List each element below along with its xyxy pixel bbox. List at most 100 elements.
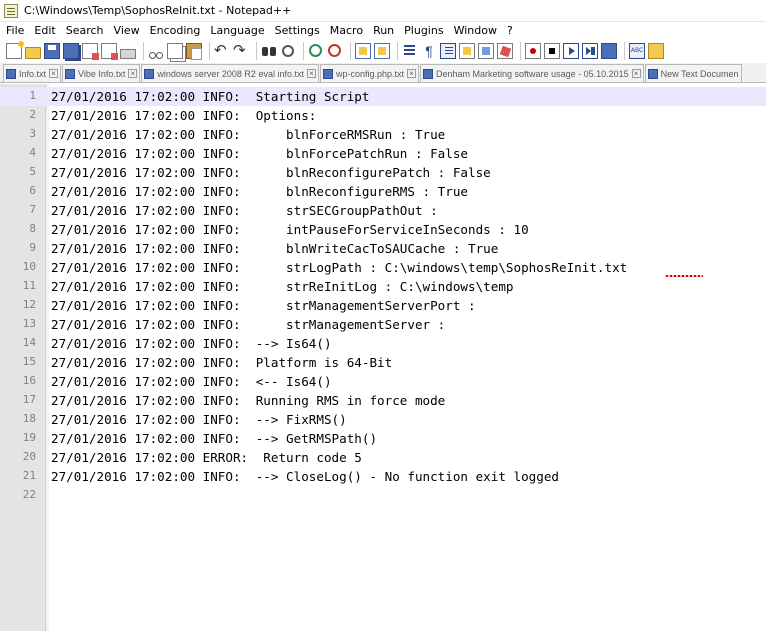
line-text[interactable]: 27/01/2016 17:02:00 INFO: blnForceRMSRun… bbox=[51, 127, 445, 142]
save-icon[interactable] bbox=[44, 43, 60, 59]
tab-windows-server-info[interactable]: windows server 2008 R2 eval info.txt × bbox=[141, 64, 319, 82]
zoom-in-icon[interactable] bbox=[308, 43, 324, 59]
editor-line[interactable]: 13 27/01/2016 17:02:00 INFO: strManagemen… bbox=[0, 315, 766, 334]
menu-help[interactable]: ? bbox=[503, 24, 519, 37]
menu-macro[interactable]: Macro bbox=[326, 24, 369, 37]
editor-line[interactable]: 10 27/01/2016 17:02:00 INFO: strLogPath :… bbox=[0, 258, 766, 277]
show-all-characters-icon[interactable]: ¶ bbox=[421, 43, 437, 59]
tab-denham-marketing[interactable]: Denham Marketing software usage - 05.10.… bbox=[420, 64, 644, 82]
editor-line[interactable]: 20 27/01/2016 17:02:00 ERROR: Return code… bbox=[0, 448, 766, 467]
line-text[interactable]: 27/01/2016 17:02:00 INFO: <-- Is64() bbox=[51, 374, 332, 389]
playback-macro-icon[interactable] bbox=[563, 43, 579, 59]
tab-close-icon[interactable]: × bbox=[128, 69, 138, 78]
line-text[interactable]: 27/01/2016 17:02:00 INFO: Options: bbox=[51, 108, 316, 123]
find-icon[interactable] bbox=[261, 43, 277, 59]
run-macro-multiple-icon[interactable] bbox=[582, 43, 598, 59]
tab-close-icon[interactable]: × bbox=[407, 69, 417, 78]
line-text[interactable]: 27/01/2016 17:02:00 INFO: --> GetRMSPath… bbox=[51, 431, 377, 446]
menu-settings[interactable]: Settings bbox=[271, 24, 326, 37]
editor-line[interactable]: 19 27/01/2016 17:02:00 INFO: --> GetRMSPa… bbox=[0, 429, 766, 448]
text-editor[interactable]: 1 27/01/2016 17:02:00 INFO: Starting Scri… bbox=[0, 84, 766, 631]
editor-line[interactable]: 4 27/01/2016 17:02:00 INFO: blnForcePatch… bbox=[0, 144, 766, 163]
editor-line[interactable]: 22 bbox=[0, 486, 766, 505]
editor-line[interactable]: 11 27/01/2016 17:02:00 INFO: strReInitLog… bbox=[0, 277, 766, 296]
editor-line[interactable]: 17 27/01/2016 17:02:00 INFO: Running RMS … bbox=[0, 391, 766, 410]
tab-info-txt[interactable]: Info.txt × bbox=[3, 64, 62, 82]
zoom-out-icon[interactable] bbox=[327, 43, 343, 59]
function-list-icon[interactable] bbox=[478, 43, 494, 59]
line-text[interactable]: 27/01/2016 17:02:00 INFO: strSECGroupPat… bbox=[51, 203, 438, 218]
editor-line[interactable]: 6 27/01/2016 17:02:00 INFO: blnReconfigur… bbox=[0, 182, 766, 201]
menu-search[interactable]: Search bbox=[62, 24, 110, 37]
new-file-icon[interactable] bbox=[6, 41, 24, 59]
editor-line[interactable]: 9 27/01/2016 17:02:00 INFO: blnWriteCacTo… bbox=[0, 239, 766, 258]
tab-close-icon[interactable]: × bbox=[306, 69, 316, 78]
editor-line[interactable]: 16 27/01/2016 17:02:00 INFO: <-- Is64() bbox=[0, 372, 766, 391]
close-all-icon[interactable] bbox=[101, 43, 118, 60]
spell-check-options-icon[interactable] bbox=[648, 43, 664, 59]
sync-scroll-vertical-icon[interactable] bbox=[355, 43, 371, 59]
copy-icon[interactable] bbox=[167, 43, 183, 59]
line-text[interactable]: 27/01/2016 17:02:00 INFO: Platform is 64… bbox=[51, 355, 392, 370]
menu-plugins[interactable]: Plugins bbox=[400, 24, 449, 37]
line-text[interactable]: 27/01/2016 17:02:00 INFO: strManagementS… bbox=[51, 298, 476, 313]
editor-line[interactable]: 15 27/01/2016 17:02:00 INFO: Platform is … bbox=[0, 353, 766, 372]
menu-file[interactable]: File bbox=[2, 24, 30, 37]
document-map-icon[interactable] bbox=[459, 43, 475, 59]
editor-line[interactable]: 2 27/01/2016 17:02:00 INFO: Options: bbox=[0, 106, 766, 125]
spell-check-icon[interactable]: ABC bbox=[629, 43, 645, 59]
menu-window[interactable]: Window bbox=[450, 24, 503, 37]
editor-line[interactable]: 3 27/01/2016 17:02:00 INFO: blnForceRMSRu… bbox=[0, 125, 766, 144]
line-text[interactable]: 27/01/2016 17:02:00 INFO: blnReconfigure… bbox=[51, 165, 491, 180]
line-text[interactable]: 27/01/2016 17:02:00 INFO: Running RMS in… bbox=[51, 393, 445, 408]
indent-guide-icon[interactable] bbox=[440, 43, 456, 59]
paste-icon[interactable] bbox=[186, 43, 202, 60]
line-text[interactable]: 27/01/2016 17:02:00 INFO: intPauseForSer… bbox=[51, 222, 529, 237]
tab-new-text-document[interactable]: New Text Documen bbox=[644, 64, 742, 82]
notepad-plus-plus-app-icon[interactable] bbox=[4, 3, 18, 18]
save-macro-icon[interactable] bbox=[601, 43, 617, 59]
line-text[interactable]: 27/01/2016 17:02:00 INFO: blnReconfigure… bbox=[51, 184, 468, 199]
line-text[interactable]: 27/01/2016 17:02:00 INFO: blnForcePatchR… bbox=[51, 146, 468, 161]
editor-line[interactable]: 21 27/01/2016 17:02:00 INFO: --> CloseLog… bbox=[0, 467, 766, 486]
cut-icon[interactable] bbox=[148, 43, 164, 59]
line-text[interactable]: 27/01/2016 17:02:00 INFO: strManagementS… bbox=[51, 317, 445, 332]
open-file-icon[interactable] bbox=[25, 47, 41, 59]
print-icon[interactable] bbox=[120, 49, 136, 59]
line-text[interactable]: 27/01/2016 17:02:00 INFO: --> FixRMS() bbox=[51, 412, 347, 427]
editor-line-current[interactable]: 1 27/01/2016 17:02:00 INFO: Starting Scri… bbox=[0, 87, 766, 106]
sync-scroll-horizontal-icon[interactable] bbox=[374, 43, 390, 59]
save-all-icon[interactable] bbox=[63, 43, 79, 59]
record-macro-icon[interactable] bbox=[525, 43, 541, 59]
undo-icon[interactable] bbox=[214, 41, 230, 59]
tab-close-icon[interactable]: × bbox=[49, 69, 59, 78]
editor-line[interactable]: 12 27/01/2016 17:02:00 INFO: strManagemen… bbox=[0, 296, 766, 315]
line-text[interactable]: 27/01/2016 17:02:00 INFO: strLogPath : C… bbox=[51, 260, 627, 275]
editor-line[interactable]: 18 27/01/2016 17:02:00 INFO: --> FixRMS() bbox=[0, 410, 766, 429]
tab-vibe-info-txt[interactable]: Vibe Info.txt × bbox=[62, 64, 141, 82]
editor-line[interactable]: 14 27/01/2016 17:02:00 INFO: --> Is64() bbox=[0, 334, 766, 353]
line-text[interactable]: 27/01/2016 17:02:00 INFO: strReInitLog :… bbox=[51, 279, 514, 294]
line-text[interactable]: 27/01/2016 17:02:00 ERROR: Return code 5 bbox=[51, 450, 362, 465]
tab-close-icon[interactable]: × bbox=[631, 69, 641, 78]
folder-workspace-icon[interactable] bbox=[497, 43, 513, 59]
line-text[interactable]: 27/01/2016 17:02:00 INFO: --> CloseLog()… bbox=[51, 469, 559, 484]
menu-run[interactable]: Run bbox=[369, 24, 400, 37]
menu-view[interactable]: View bbox=[110, 24, 146, 37]
stop-recording-icon[interactable] bbox=[544, 43, 560, 59]
menu-language[interactable]: Language bbox=[206, 24, 270, 37]
menu-encoding[interactable]: Encoding bbox=[146, 24, 207, 37]
line-text[interactable]: 27/01/2016 17:02:00 INFO: blnWriteCacToS… bbox=[51, 241, 498, 256]
menu-edit[interactable]: Edit bbox=[30, 24, 61, 37]
replace-icon[interactable] bbox=[280, 43, 296, 59]
title-bar[interactable]: C:\Windows\Temp\SophosReInit.txt - Notep… bbox=[0, 0, 766, 22]
line-text[interactable]: 27/01/2016 17:02:00 INFO: Starting Scrip… bbox=[51, 89, 369, 104]
close-file-icon[interactable] bbox=[82, 43, 99, 60]
editor-line[interactable]: 5 27/01/2016 17:02:00 INFO: blnReconfigur… bbox=[0, 163, 766, 182]
editor-line[interactable]: 8 27/01/2016 17:02:00 INFO: intPauseForSe… bbox=[0, 220, 766, 239]
tab-wp-config[interactable]: wp-config.php.txt × bbox=[319, 64, 420, 82]
editor-line[interactable]: 7 27/01/2016 17:02:00 INFO: strSECGroupPa… bbox=[0, 201, 766, 220]
word-wrap-icon[interactable] bbox=[402, 43, 418, 59]
line-text[interactable]: 27/01/2016 17:02:00 INFO: --> Is64() bbox=[51, 336, 332, 351]
redo-icon[interactable] bbox=[233, 41, 249, 59]
